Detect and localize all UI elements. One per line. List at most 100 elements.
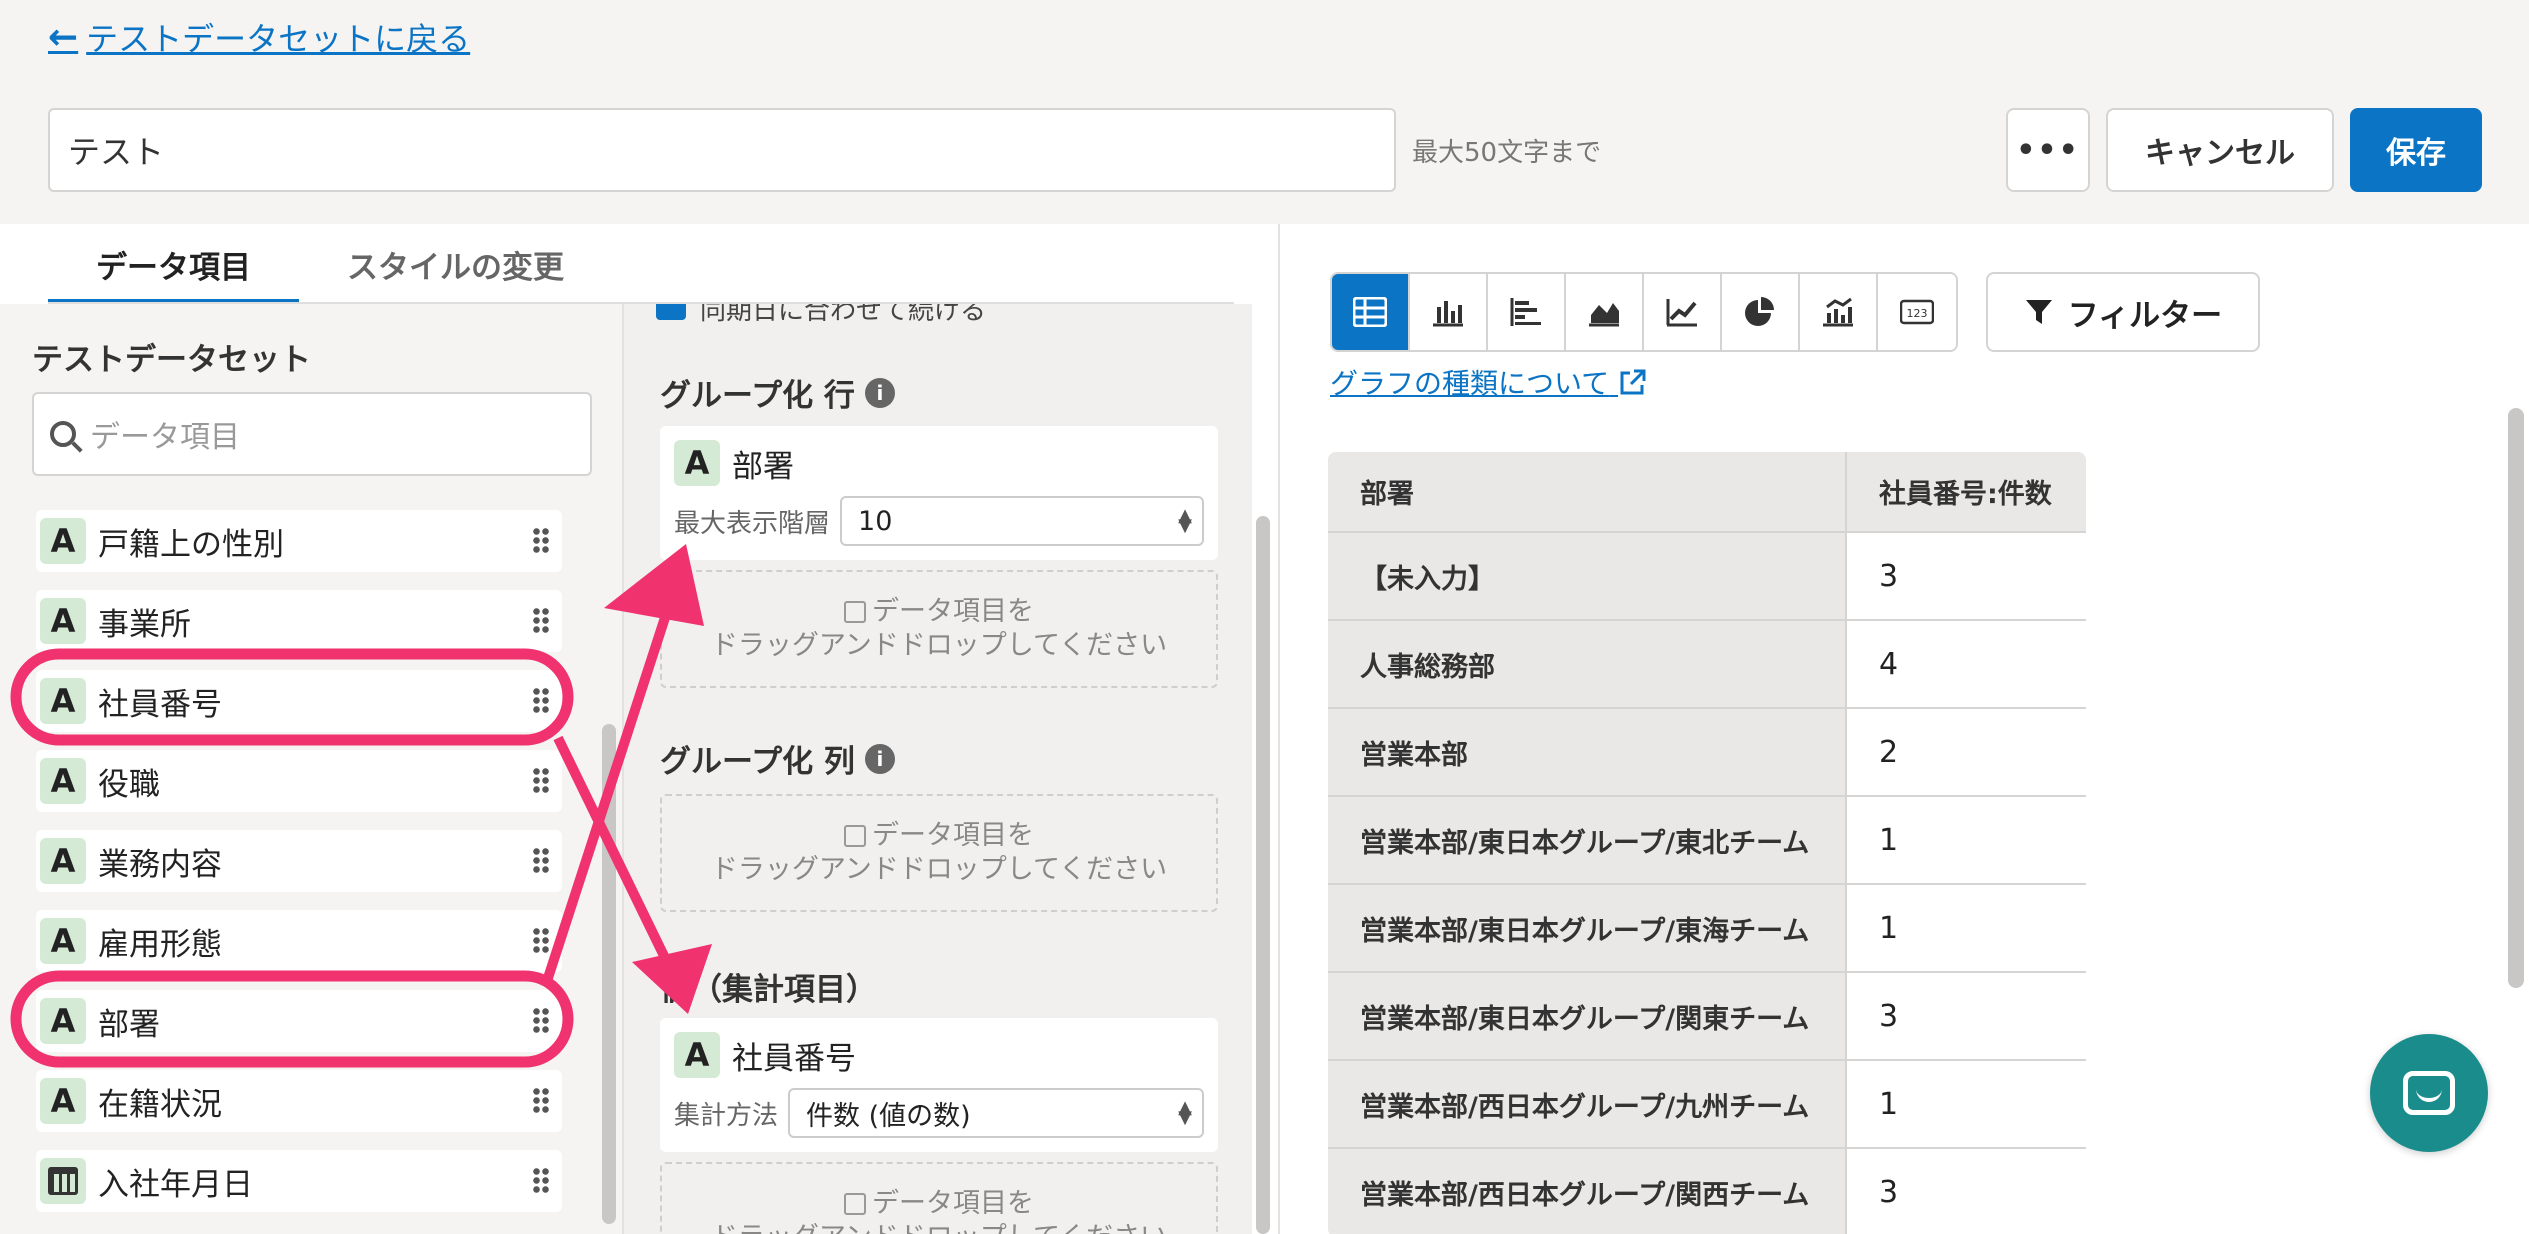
group-row-field-label: 部署 xyxy=(732,448,794,485)
preview-scrollbar[interactable] xyxy=(2508,408,2524,988)
field-label: 戸籍上の性別 xyxy=(98,526,284,563)
values-title-text: 値（集計項目） xyxy=(660,972,877,1008)
save-button[interactable]: 保存 xyxy=(2350,108,2482,192)
table-cell: 営業本部/西日本グループ/関西チーム xyxy=(1328,1148,1846,1234)
name-length-hint: 最大50文字まで xyxy=(1412,138,1602,168)
table-cell: 人事総務部 xyxy=(1328,620,1846,709)
table-cell: 1 xyxy=(1845,796,2086,885)
table-cell: 3 xyxy=(1845,532,2086,621)
field-item-office[interactable]: A 事業所 xyxy=(36,590,562,652)
table-cell: 4 xyxy=(1845,620,2086,709)
drag-handle-icon[interactable] xyxy=(532,687,550,715)
field-list: A 戸籍上の性別 A 事業所 A 社員番号 A 役職 A 業務内容 A 雇用形態… xyxy=(36,510,562,1230)
aggregation-select[interactable]: 件数 (値の数) ▲ ▼ xyxy=(788,1088,1204,1138)
combo-chart-icon[interactable] xyxy=(1800,274,1878,350)
values-drop-zone[interactable]: データ項目を ドラッグアンドドロップしてください xyxy=(660,1162,1218,1234)
table-row: 営業本部 2 xyxy=(1328,708,2086,797)
table-row: 人事総務部 4 xyxy=(1328,620,2086,709)
table-cell: 1 xyxy=(1845,884,2086,973)
field-item-department[interactable]: A 部署 xyxy=(36,990,562,1052)
report-name-input[interactable] xyxy=(48,108,1396,192)
sync-checkbox[interactable] xyxy=(656,304,686,320)
filter-icon xyxy=(2025,300,2052,324)
group-col-title: グループ化 列 i xyxy=(660,736,895,781)
group-row-card[interactable]: A 部署 最大表示階層 10 ▲ ▼ xyxy=(660,426,1218,560)
chart-type-toolbar: 123 xyxy=(1330,272,1958,352)
area-chart-icon[interactable] xyxy=(1566,274,1644,350)
group-row-title: グループ化 行 i xyxy=(660,370,895,415)
chat-icon xyxy=(2403,1071,2455,1115)
max-level-select[interactable]: 10 ▲ ▼ xyxy=(840,496,1204,546)
text-type-icon: A xyxy=(40,838,86,884)
cancel-button[interactable]: キャンセル xyxy=(2106,108,2334,192)
info-icon[interactable]: i xyxy=(864,743,895,774)
field-search[interactable]: データ項目 xyxy=(32,392,592,476)
editor-panel: データ項目 スタイルの変更 テストデータセット データ項目 A 戸籍上の性別 A… xyxy=(0,224,1278,1234)
drag-handle-icon[interactable] xyxy=(532,767,550,795)
drop-icon xyxy=(844,601,866,623)
table-row: 【未入力】 3 xyxy=(1328,532,2086,621)
select-caret-icon: ▲ ▼ xyxy=(1178,505,1192,536)
drag-handle-icon[interactable] xyxy=(532,1167,550,1195)
column-header[interactable]: 社員番号:件数 xyxy=(1845,452,2086,533)
field-item-status[interactable]: A 在籍状況 xyxy=(36,1070,562,1132)
column-header[interactable]: 部署 xyxy=(1328,452,1846,533)
number-icon[interactable]: 123 xyxy=(1878,274,1956,350)
more-options-button[interactable]: ••• xyxy=(2006,108,2090,192)
preview-panel: 123 フィルター グラフの種類について 部署 社員番号:件数 【未入力】 3 人… xyxy=(1278,224,2529,1234)
text-type-icon: A xyxy=(674,440,720,486)
table-icon[interactable] xyxy=(1332,274,1410,350)
external-link-icon xyxy=(1620,369,1646,395)
filter-label: フィルター xyxy=(2067,297,2223,334)
drag-handle-icon[interactable] xyxy=(532,927,550,955)
pie-chart-icon[interactable] xyxy=(1722,274,1800,350)
column-chart-icon[interactable] xyxy=(1410,274,1488,350)
drop-hint-1: データ項目を xyxy=(872,1188,1034,1219)
text-type-icon: A xyxy=(40,918,86,964)
table-row: 営業本部/東日本グループ/東海チーム 1 xyxy=(1328,884,2086,973)
field-item-job-content[interactable]: A 業務内容 xyxy=(36,830,562,892)
text-type-icon: A xyxy=(40,678,86,724)
drag-handle-icon[interactable] xyxy=(532,847,550,875)
chart-help-link-label: グラフの種類について xyxy=(1330,367,1610,400)
field-label: 事業所 xyxy=(98,606,191,643)
table-cell: 【未入力】 xyxy=(1328,532,1846,621)
tab-style[interactable]: スタイルの変更 xyxy=(299,224,612,304)
group-col-drop-zone[interactable]: データ項目を ドラッグアンドドロップしてください xyxy=(660,794,1218,912)
drag-handle-icon[interactable] xyxy=(532,1007,550,1035)
bar-chart-icon[interactable] xyxy=(1488,274,1566,350)
field-item-employment-type[interactable]: A 雇用形態 xyxy=(36,910,562,972)
group-row-title-text: グループ化 行 xyxy=(660,378,855,414)
field-item-position[interactable]: A 役職 xyxy=(36,750,562,812)
field-item-employee-number[interactable]: A 社員番号 xyxy=(36,670,562,732)
table-cell: 1 xyxy=(1845,1060,2086,1149)
drag-handle-icon[interactable] xyxy=(532,1087,550,1115)
field-label: 業務内容 xyxy=(98,846,222,883)
tab-data-fields[interactable]: データ項目 xyxy=(48,224,299,304)
drop-hint-2: ドラッグアンドドロップしてください xyxy=(711,1221,1167,1234)
max-level-label: 最大表示階層 xyxy=(674,508,831,539)
back-link[interactable]: ← テストデータセットに戻る xyxy=(48,14,470,60)
filter-button[interactable]: フィルター xyxy=(1986,272,2260,352)
text-type-icon: A xyxy=(40,998,86,1044)
group-row-drop-zone[interactable]: データ項目を ドラッグアンドドロップしてください xyxy=(660,570,1218,688)
line-chart-icon[interactable] xyxy=(1644,274,1722,350)
field-item-hire-date[interactable]: 入社年月日 xyxy=(36,1150,562,1212)
drag-handle-icon[interactable] xyxy=(532,527,550,555)
number-icon-label: 123 xyxy=(1907,307,1928,320)
config-scrollbar[interactable] xyxy=(1256,516,1270,1234)
table-row: 営業本部/西日本グループ/九州チーム 1 xyxy=(1328,1060,2086,1149)
values-card[interactable]: A 社員番号 集計方法 件数 (値の数) ▲ ▼ xyxy=(660,1018,1218,1152)
table-row: 営業本部/東日本グループ/関東チーム 3 xyxy=(1328,972,2086,1061)
chat-support-button[interactable] xyxy=(2370,1034,2488,1152)
values-title: 値（集計項目） xyxy=(660,964,877,1009)
chart-type-help-link[interactable]: グラフの種類について xyxy=(1330,362,1646,402)
info-icon[interactable]: i xyxy=(864,377,895,408)
table-cell: 営業本部 xyxy=(1328,708,1846,797)
arrow-left-icon: ← xyxy=(48,16,79,58)
drag-handle-icon[interactable] xyxy=(532,607,550,635)
field-label: 役職 xyxy=(98,766,160,803)
field-item-gender[interactable]: A 戸籍上の性別 xyxy=(36,510,562,572)
drop-icon xyxy=(844,1193,866,1215)
field-list-scrollbar[interactable] xyxy=(602,724,616,1224)
